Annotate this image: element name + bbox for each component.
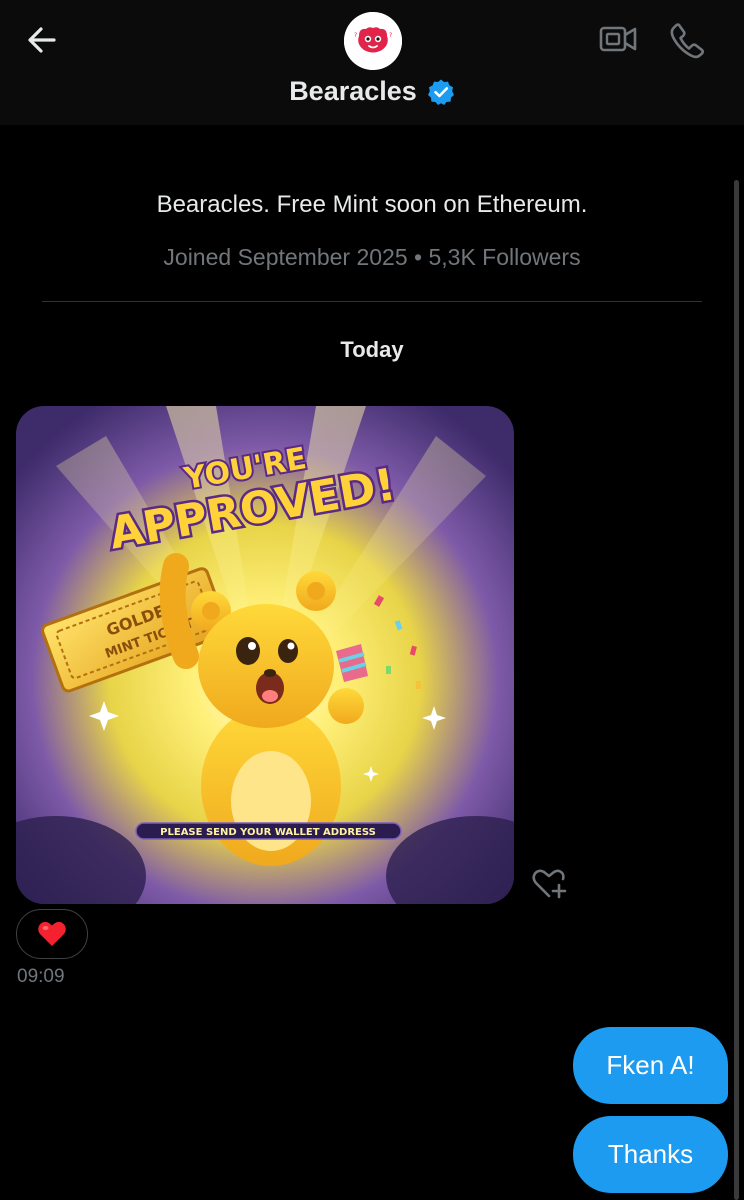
profile-meta: Joined September 2025 • 5,3K Followers (163, 244, 581, 270)
divider (42, 301, 702, 302)
scrollbar[interactable] (734, 180, 739, 1200)
svg-text:?: ? (354, 32, 357, 39)
outgoing-message[interactable]: Thanks (573, 1116, 728, 1193)
message-timestamp: 09:09 (17, 966, 65, 987)
avatar[interactable]: ? ? (344, 12, 402, 70)
approved-mint-ticket-image: YOU'RE APPROVED! GOLDEN MINT TICKET PLEA… (16, 406, 514, 904)
phone-icon[interactable] (667, 20, 707, 60)
profile-bio: Bearacles. Free Mint soon on Ethereum. (156, 191, 588, 218)
title-row: Bearacles (0, 76, 744, 107)
arrow-left-icon[interactable] (22, 20, 62, 60)
bear-logo-icon: ? ? (344, 12, 402, 70)
svg-text:?: ? (389, 32, 392, 39)
outgoing-message[interactable]: Fken A! (573, 1027, 728, 1104)
image-message[interactable]: YOU'RE APPROVED! GOLDEN MINT TICKET PLEA… (16, 406, 514, 904)
verified-badge-icon (427, 79, 454, 105)
heart-icon (38, 921, 66, 946)
conversation-header: ? ? Bearacles (0, 0, 744, 125)
reaction-pill[interactable] (16, 909, 88, 959)
day-label: Today (340, 337, 404, 362)
wallet-banner: PLEASE SEND YOUR WALLET ADDRESS (160, 827, 376, 838)
conversation-title[interactable]: Bearacles (289, 76, 417, 107)
heart-plus-icon[interactable] (530, 866, 570, 902)
video-camera-icon[interactable] (598, 22, 638, 56)
